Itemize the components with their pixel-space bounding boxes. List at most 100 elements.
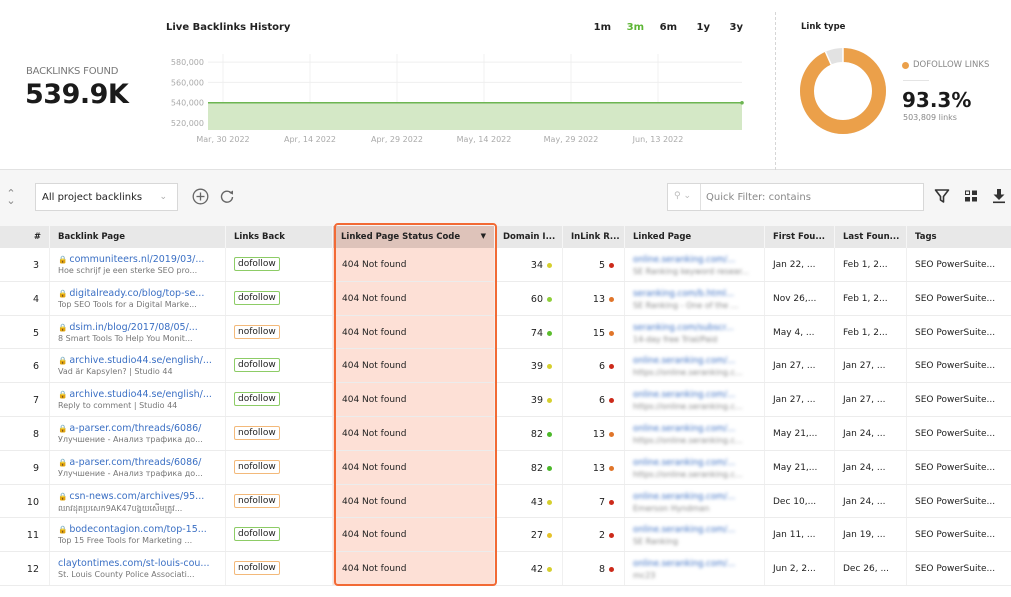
domain-inlink-rank-cell: 39 — [495, 383, 563, 416]
sort-desc-icon[interactable]: ▼ — [481, 232, 486, 240]
linked-page-url[interactable]: online.seranking.com/... — [625, 383, 761, 400]
range-3y[interactable]: 3y — [710, 22, 743, 33]
link-type-badge: nofollow — [234, 493, 280, 508]
lock-icon: 🔒 — [58, 390, 68, 400]
status-code-text: 404 Not found — [342, 462, 407, 473]
linked-page-url[interactable]: online.seranking.com/... — [625, 248, 761, 265]
backlinks-table: # Backlink Page Links Back Linked Page S… — [0, 226, 1011, 586]
row-number: 9 — [0, 450, 50, 484]
tags-text: SEO PowerSuite... — [915, 462, 996, 473]
linked-page-url[interactable]: online.seranking.com/... — [625, 349, 761, 366]
backlinks-scope-select[interactable]: All project backlinks ⌄ — [35, 183, 178, 211]
backlink-url-text: a-parser.com/threads/6086/ — [69, 422, 202, 434]
status-code-text: 404 Not found — [342, 361, 407, 372]
links-back-cell: dofollow — [226, 349, 333, 383]
first-found-cell: May 21,... — [765, 416, 835, 450]
table-row[interactable]: 5 🔒 dsim.in/blog/2017/08/05/... 8 Smart Too… — [0, 315, 1011, 350]
inlink-rank-cell: 8 — [563, 552, 625, 585]
domain-inlink-rank-value: 42 — [530, 564, 543, 576]
expand-collapse-icon[interactable]: ⌃ ⌄ — [6, 188, 16, 206]
range-3m[interactable]: 3m — [611, 22, 644, 33]
table-row[interactable]: 7 🔒 archive.studio44.se/english/... Reply t… — [0, 383, 1011, 417]
download-icon[interactable] — [991, 188, 1007, 204]
backlink-url-link[interactable]: 🔒 bodecontagion.com/top-15... — [50, 518, 220, 535]
columns-grid-icon[interactable] — [963, 188, 979, 204]
range-6m[interactable]: 6m — [644, 22, 677, 33]
status-code-cell: 404 Not found — [333, 349, 495, 383]
linked-page-cell: online.seranking.com/... SE Ranking — [625, 518, 765, 552]
table-row[interactable]: 6 🔒 archive.studio44.se/english/... Vad är … — [0, 349, 1011, 384]
table-row[interactable]: 9 🔒 a-parser.com/threads/6086/Улучшение - … — [0, 450, 1011, 485]
col-header-last-found[interactable]: Last Foun... — [835, 226, 907, 248]
backlink-url-link[interactable]: 🔒 csn-news.com/archives/95... — [50, 485, 220, 502]
link-type-badge: dofollow — [234, 358, 280, 373]
inlink-rank-cell: 6 — [563, 383, 625, 416]
add-circle-icon[interactable] — [192, 188, 209, 205]
col-header-status-code[interactable]: Linked Page Status Code ▼ — [333, 226, 495, 248]
chevron-down-icon: ⌄ — [159, 192, 167, 202]
backlink-page-cell: 🔒 archive.studio44.se/english/... Reply to… — [50, 383, 226, 416]
chevron-down-icon: ⌄ — [683, 191, 692, 201]
range-1m[interactable]: 1m — [578, 22, 611, 33]
col-header-tags[interactable]: Tags — [907, 226, 1011, 248]
domain-inlink-rank-cell: 60 — [495, 281, 563, 315]
col-header-backlink-page[interactable]: Backlink Page — [50, 226, 226, 248]
first-found-cell: Dec 10,... — [765, 484, 835, 518]
last-found-date: Jan 24, ... — [843, 428, 886, 439]
quick-filter-input[interactable] — [702, 184, 922, 210]
linked-page-url[interactable]: online.seranking.com/... — [625, 518, 761, 535]
lock-icon: 🔒 — [58, 491, 68, 501]
col-header-linked-page[interactable]: Linked Page — [625, 226, 765, 248]
links-back-cell: dofollow — [226, 518, 333, 552]
backlink-url-link[interactable]: 🔒 a-parser.com/threads/6086/ — [50, 451, 220, 468]
linked-page-url[interactable]: online.seranking.com/... — [625, 485, 761, 502]
first-found-cell: Jan 27, ... — [765, 349, 835, 383]
inlink-rank-value: 13 — [592, 428, 605, 440]
series-end-point — [740, 100, 744, 105]
backlink-page-cell: 🔒 a-parser.com/threads/6086/Улучшение - А… — [50, 450, 226, 484]
col-header-first-found[interactable]: First Fou... — [765, 226, 835, 248]
linked-page-url[interactable]: online.seranking.com/... — [625, 451, 761, 468]
linked-page-url[interactable]: online.seranking.com/... — [625, 417, 761, 434]
col-header-inlink-rank[interactable]: InLink R... — [563, 226, 625, 248]
first-found-date: Jun 2, 2... — [773, 564, 816, 575]
status-code-cell: 404 Not found — [333, 281, 495, 315]
linked-page-url[interactable]: seranking.com/b.html... — [625, 282, 761, 299]
table-row[interactable]: 3 🔒 communiteers.nl/2019/03/... Hoe schrijf… — [0, 248, 1011, 282]
table-row[interactable]: 4 🔒 digitalready.co/blog/top-se... Top SEO … — [0, 281, 1011, 316]
backlink-url-link[interactable]: 🔒 dsim.in/blog/2017/08/05/... — [50, 316, 220, 333]
backlink-url-link[interactable]: 🔒 communiteers.nl/2019/03/... — [50, 248, 220, 265]
backlink-url-link[interactable]: 🔒 archive.studio44.se/english/... — [50, 383, 220, 400]
col-header-domain-inlink-rank[interactable]: Domain I... — [495, 226, 563, 248]
table-row[interactable]: 10 🔒 csn-news.com/archives/95... ឈាវដុតប្រស… — [0, 484, 1011, 519]
backlink-url-text: csn-news.com/archives/95... — [69, 490, 205, 502]
last-found-cell: Jan 27, ... — [835, 383, 907, 416]
backlink-url-link[interactable]: 🔒 archive.studio44.se/english/... — [50, 349, 220, 366]
backlink-url-link[interactable]: 🔒 a-parser.com/threads/6086/ — [50, 417, 220, 434]
range-1y[interactable]: 1y — [677, 22, 710, 33]
backlink-page-cell: claytontimes.com/st-louis-cou... St. Loui… — [50, 552, 226, 585]
col-header-number[interactable]: # — [0, 226, 50, 248]
inlink-rank-cell: 15 — [563, 315, 625, 349]
table-row[interactable]: 11 🔒 bodecontagion.com/top-15... Top 15 Fre… — [0, 518, 1011, 553]
x-tick-label: Mar, 30 2022 — [196, 135, 249, 144]
lock-icon: 🔒 — [58, 457, 68, 467]
lock-icon: 🔒 — [58, 288, 68, 298]
row-number: 12 — [0, 552, 50, 585]
filter-mode-dropdown[interactable]: ⚲ ⌄ — [668, 184, 701, 210]
tags-text: SEO PowerSuite... — [915, 361, 996, 372]
funnel-filter-icon[interactable] — [934, 188, 950, 204]
linked-page-url[interactable]: online.seranking.com/... — [625, 552, 761, 569]
linked-page-title: SE Ranking keyword resear... — [633, 267, 749, 276]
backlink-url-link[interactable]: claytontimes.com/st-louis-cou... — [50, 552, 220, 569]
col-header-links-back[interactable]: Links Back — [226, 226, 333, 248]
first-found-cell: Jun 2, 2... — [765, 552, 835, 585]
row-number: 6 — [0, 349, 50, 383]
backlink-url-link[interactable]: 🔒 digitalready.co/blog/top-se... — [50, 282, 220, 299]
linked-page-url[interactable]: seranking.com/subscr... — [625, 316, 761, 333]
refresh-icon[interactable] — [219, 188, 235, 204]
links-back-cell: nofollow — [226, 484, 333, 518]
table-row[interactable]: 8 🔒 a-parser.com/threads/6086/Улучшение - … — [0, 416, 1011, 451]
first-found-date: Jan 11, ... — [773, 530, 816, 541]
table-row[interactable]: 12 claytontimes.com/st-louis-cou... St. Lo… — [0, 552, 1011, 586]
